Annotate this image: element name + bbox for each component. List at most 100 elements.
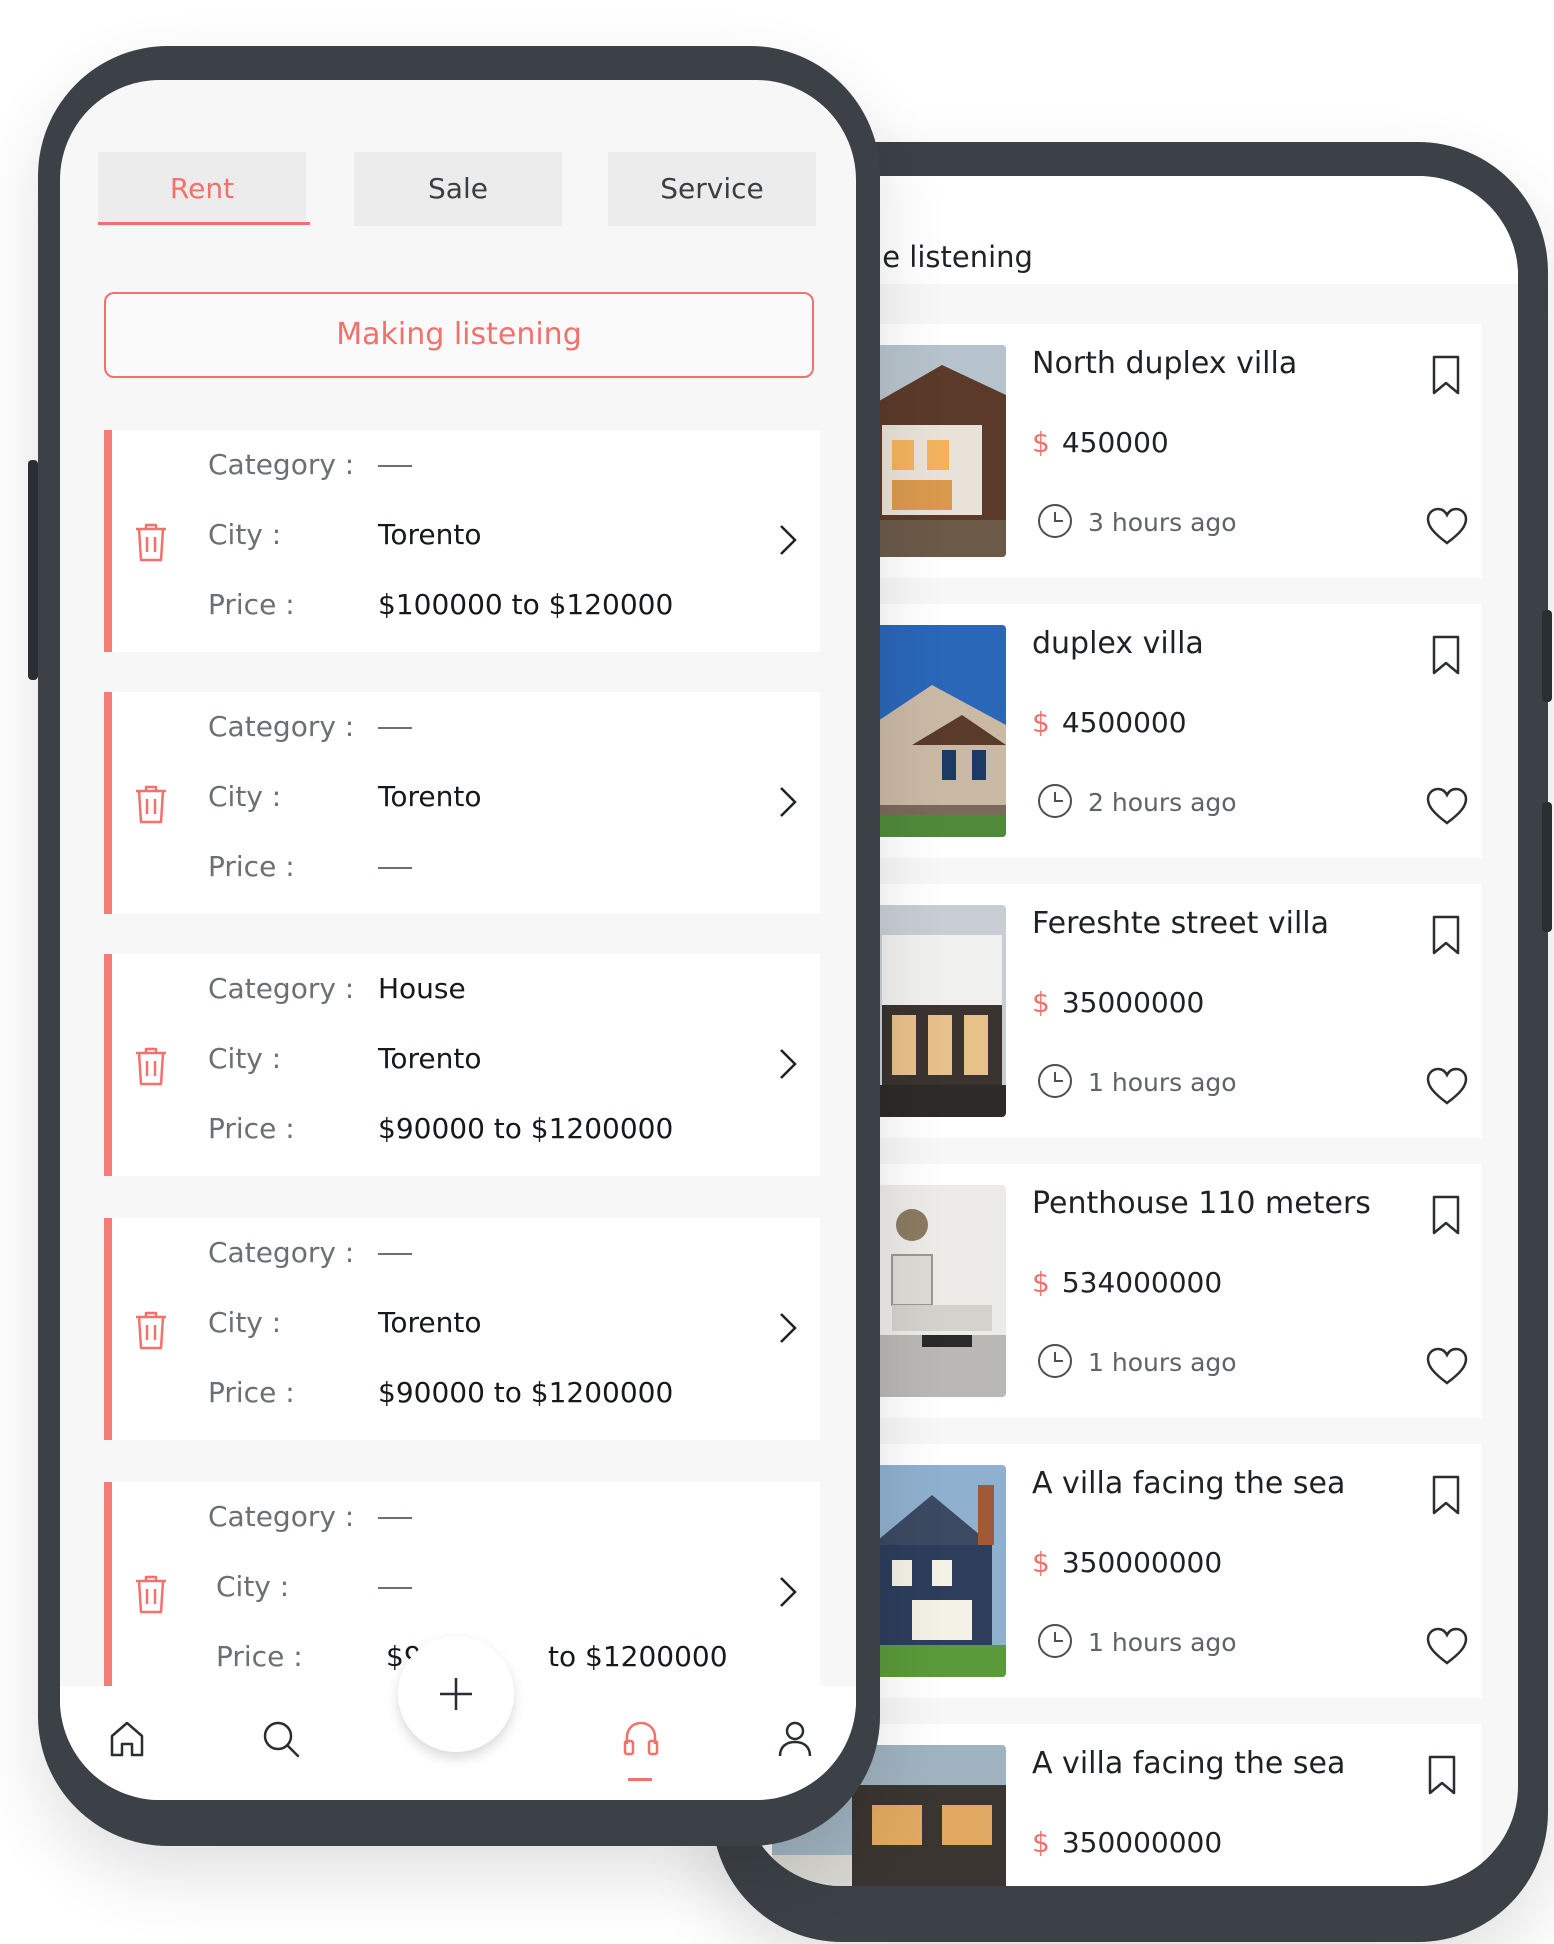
listing-card[interactable]: A villa facing the sea $350000000 1 hour…: [872, 1444, 1482, 1698]
listing-title: duplex villa: [1032, 626, 1204, 661]
heart-icon[interactable]: [1425, 1627, 1469, 1667]
bookmark-icon[interactable]: [1429, 1194, 1463, 1236]
tab-sale[interactable]: Sale: [354, 152, 562, 226]
city-value: Torento: [378, 780, 482, 813]
bookmark-icon[interactable]: [1429, 354, 1463, 396]
price-value: $90000 to $1200000: [378, 1112, 674, 1145]
listing-title: A villa facing the sea: [1032, 1746, 1346, 1781]
tab-service[interactable]: Service: [608, 152, 816, 226]
filter-card[interactable]: Category : City : Torento Price : $10000…: [104, 430, 820, 652]
listing-price: $4500000: [1032, 706, 1187, 739]
listing-time: 3 hours ago: [1088, 508, 1237, 537]
page-title: me listening: [854, 240, 1033, 274]
listing-price: $450000: [1032, 426, 1169, 459]
active-tab-indicator: [98, 222, 310, 225]
add-button[interactable]: [398, 1636, 514, 1752]
currency-symbol: $: [1032, 426, 1050, 459]
currency-symbol: $: [1032, 1546, 1050, 1579]
listing-card[interactable]: North duplex villa $450000 3 hours ago: [872, 324, 1482, 578]
side-button: [28, 460, 38, 680]
trash-icon[interactable]: [130, 1308, 172, 1352]
clock-icon: [1038, 504, 1072, 538]
empty-dash: [378, 727, 412, 729]
city-label: City :: [208, 1306, 282, 1339]
volume-button: [1542, 610, 1552, 702]
price-value: 350000000: [1061, 1546, 1223, 1579]
price-label: Price :: [208, 588, 295, 621]
bookmark-icon[interactable]: [1429, 634, 1463, 676]
category-label: Category :: [208, 710, 355, 743]
price-value-end: to $1200000: [548, 1640, 728, 1673]
price-label: Price :: [216, 1640, 303, 1673]
listing-time: 1 hours ago: [1088, 1068, 1237, 1097]
listing-price: $350000000: [1032, 1826, 1222, 1859]
category-value: [378, 448, 412, 481]
empty-dash: [378, 1253, 412, 1255]
chevron-right-icon[interactable]: [776, 1046, 800, 1082]
chevron-right-icon[interactable]: [776, 1310, 800, 1346]
bookmark-icon[interactable]: [1425, 1754, 1459, 1796]
price-value: 450000: [1061, 426, 1169, 459]
price-value: 534000000: [1061, 1266, 1223, 1299]
front-phone-screen: Rent Sale Service Making listening Categ…: [60, 80, 856, 1800]
price-value: $90000 to $1200000: [378, 1376, 674, 1409]
clock-icon: [1038, 1344, 1072, 1378]
trash-icon[interactable]: [130, 782, 172, 826]
currency-symbol: $: [1032, 706, 1050, 739]
bookmark-icon[interactable]: [1429, 914, 1463, 956]
listing-card[interactable]: Penthouse 110 meters $534000000 1 hours …: [872, 1164, 1482, 1418]
listing-card[interactable]: duplex villa $4500000 2 hours ago: [872, 604, 1482, 858]
price-value: 350000000: [1061, 1826, 1223, 1859]
heart-icon[interactable]: [1425, 1067, 1469, 1107]
listing-image: [872, 1465, 1006, 1677]
listing-price: $35000000: [1032, 986, 1204, 1019]
category-value: [378, 710, 412, 743]
making-listening-button[interactable]: Making listening: [104, 292, 814, 378]
tab-rent[interactable]: Rent: [98, 152, 306, 226]
price-value: 4500000: [1061, 706, 1187, 739]
price-label: Price :: [208, 1376, 295, 1409]
profile-icon[interactable]: [772, 1716, 818, 1762]
listing-title: Penthouse 110 meters: [1032, 1186, 1371, 1221]
category-label: Category :: [208, 1500, 355, 1533]
city-value: Torento: [378, 518, 482, 551]
heart-icon[interactable]: [1425, 507, 1469, 547]
front-phone-frame: Rent Sale Service Making listening Categ…: [28, 46, 880, 1846]
category-value: [378, 1236, 412, 1269]
city-value: Torento: [378, 1042, 482, 1075]
empty-dash: [378, 1517, 412, 1519]
listing-time: 1 hours ago: [1088, 1348, 1237, 1377]
category-label: Category :: [208, 1236, 355, 1269]
bookmark-icon[interactable]: [1429, 1474, 1463, 1516]
listing-card[interactable]: Fereshte street villa $35000000 1 hours …: [872, 884, 1482, 1138]
chevron-right-icon[interactable]: [776, 784, 800, 820]
listing-card[interactable]: A villa facing the sea $350000000: [772, 1724, 1482, 1886]
category-value: House: [378, 972, 466, 1005]
currency-symbol: $: [1032, 986, 1050, 1019]
empty-dash: [378, 465, 412, 467]
listing-image: [872, 1185, 1006, 1397]
category-label: Category :: [208, 972, 355, 1005]
city-label: City :: [216, 1570, 290, 1603]
listing-price: $534000000: [1032, 1266, 1222, 1299]
currency-symbol: $: [1032, 1266, 1050, 1299]
heart-icon[interactable]: [1425, 787, 1469, 827]
listing-time: 1 hours ago: [1088, 1628, 1237, 1657]
trash-icon[interactable]: [130, 1044, 172, 1088]
city-value: [378, 1570, 412, 1603]
price-value: 35000000: [1061, 986, 1205, 1019]
filter-card[interactable]: Category : House City : Torento Price : …: [104, 954, 820, 1176]
trash-icon[interactable]: [130, 1572, 172, 1616]
filter-card[interactable]: Category : City : Torento Price : $90000…: [104, 1218, 820, 1440]
listing-title: A villa facing the sea: [1032, 1466, 1346, 1501]
listing-title: Fereshte street villa: [1032, 906, 1330, 941]
heart-icon[interactable]: [1425, 1347, 1469, 1387]
chevron-right-icon[interactable]: [776, 1574, 800, 1610]
clock-icon: [1038, 1064, 1072, 1098]
filter-card[interactable]: Category : City : Torento Price :: [104, 692, 820, 914]
trash-icon[interactable]: [130, 520, 172, 564]
home-icon[interactable]: [104, 1716, 150, 1762]
support-icon[interactable]: [618, 1716, 664, 1762]
chevron-right-icon[interactable]: [776, 522, 800, 558]
search-icon[interactable]: [258, 1716, 304, 1762]
